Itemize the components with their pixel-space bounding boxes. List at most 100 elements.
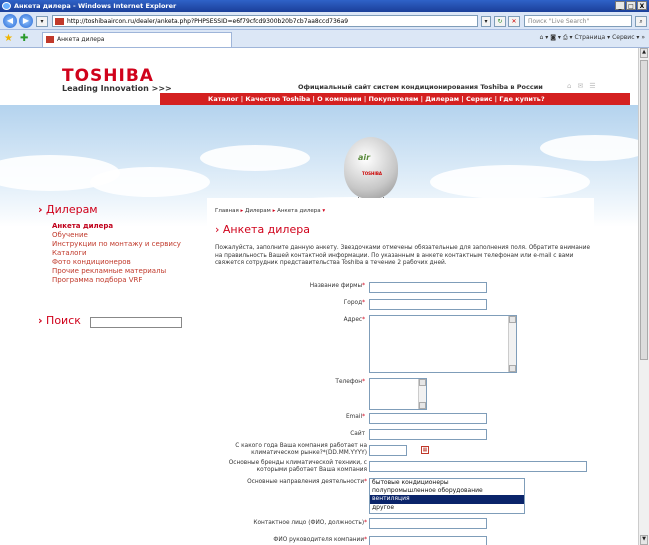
- sidebar-item-anketa[interactable]: Анкета дилера: [52, 222, 181, 231]
- intro-text: Пожалуйста, заполните данную анкету. Зве…: [215, 245, 591, 266]
- window-titlebar: Анкета дилера - Windows Internet Explore…: [0, 0, 649, 12]
- more-icon[interactable]: »: [641, 34, 645, 41]
- company-input[interactable]: [369, 282, 487, 293]
- year-label: С какого года Ваша компания работает на к…: [235, 443, 367, 456]
- main-content: Главная ▸ Дилерам ▸ Анкета дилера ▾ › Ан…: [207, 198, 594, 545]
- refresh-icon[interactable]: ↻: [494, 16, 506, 27]
- url-dropdown-icon[interactable]: ▾: [481, 16, 491, 27]
- phone-textarea[interactable]: [369, 378, 427, 410]
- site-search-input[interactable]: [90, 317, 182, 328]
- sidebar-item-vrf[interactable]: Программа подбора VRF: [52, 276, 181, 285]
- mail-icon[interactable]: ✉: [577, 82, 589, 90]
- favicon-icon: [55, 18, 64, 25]
- toshiba-logo[interactable]: TOSHIBA: [62, 66, 154, 86]
- search-icon[interactable]: ⌕: [635, 16, 647, 27]
- company-label: Название фирмы*: [309, 283, 365, 289]
- breadcrumb: Главная ▸ Дилерам ▸ Анкета дилера ▾: [215, 208, 326, 214]
- sidebar-item-training[interactable]: Обучение: [52, 231, 181, 240]
- scroll-up-icon: [509, 316, 516, 323]
- scroll-down-icon[interactable]: ▼: [640, 535, 648, 545]
- directions-label: Основные направления деятельности*: [247, 479, 367, 485]
- forward-icon[interactable]: ▶: [19, 14, 33, 28]
- command-bar[interactable]: ⌂ ▾ ◙ ▾ ⎙ ▾ Страница ▾ Сервис ▾ »: [540, 34, 645, 42]
- sidebar-item-instructions[interactable]: Инструкции по монтажу и сервису: [52, 240, 181, 249]
- scroll-down-icon: [419, 402, 426, 409]
- chevron-right-icon: ›: [215, 223, 223, 236]
- dealers-title: › Дилерам: [38, 203, 98, 216]
- sidebar-nav: Анкета дилера Обучение Инструкции по мон…: [52, 222, 181, 285]
- directions-option[interactable]: бытовые кондиционеры: [370, 479, 524, 487]
- page-scrollbar[interactable]: ▲ ▼: [638, 48, 649, 545]
- email-input[interactable]: [369, 413, 487, 424]
- close-button[interactable]: X: [637, 1, 647, 10]
- favorites-star-icon[interactable]: ★: [4, 33, 13, 44]
- ie-icon: [2, 2, 11, 10]
- url-input[interactable]: http://toshibaaircon.ru/dealer/anketa.ph…: [52, 15, 478, 27]
- scroll-down-icon: [509, 365, 516, 372]
- tagline: Leading Innovation >>>: [62, 84, 172, 93]
- breadcrumb-dealers[interactable]: Дилерам: [245, 208, 271, 214]
- maximize-button[interactable]: □: [626, 1, 636, 10]
- breadcrumb-dropdown-icon[interactable]: ▾: [322, 208, 325, 214]
- site-input[interactable]: [369, 429, 487, 440]
- phone-scrollbar[interactable]: [418, 379, 426, 409]
- city-label: Город*: [343, 300, 365, 306]
- official-site-text: Официальный сайт систем кондиционировани…: [298, 83, 543, 91]
- directions-listbox[interactable]: бытовые кондиционеры полупромышленное об…: [369, 478, 525, 514]
- address-bar: ◀ ▶ ▾ http://toshibaaircon.ru/dealer/ank…: [0, 12, 649, 30]
- directions-option-selected[interactable]: вентиляция: [370, 495, 524, 504]
- minimize-button[interactable]: _: [615, 1, 625, 10]
- window-title: Анкета дилера - Windows Internet Explore…: [14, 2, 177, 10]
- balloon-text: air: [358, 153, 371, 162]
- print-icon[interactable]: ⎙ ▾: [563, 34, 575, 41]
- chevron-right-icon: ›: [38, 314, 43, 327]
- address-label: Адрес*: [343, 317, 365, 323]
- balloon-brand: TOSHIBA: [362, 171, 382, 176]
- back-icon[interactable]: ◀: [3, 14, 17, 28]
- brands-label: Основные бренды климатической техники, с…: [228, 460, 367, 473]
- url-text: http://toshibaaircon.ru/dealer/anketa.ph…: [67, 18, 349, 25]
- sidebar-item-catalogs[interactable]: Каталоги: [52, 249, 181, 258]
- city-input[interactable]: [369, 299, 487, 310]
- scroll-thumb[interactable]: [640, 60, 648, 360]
- home-icon[interactable]: ⌂ ▾: [540, 34, 551, 41]
- email-label: Email*: [346, 414, 365, 420]
- page-title: › Анкета дилера: [215, 223, 310, 236]
- director-input[interactable]: [369, 536, 487, 545]
- stop-icon[interactable]: ✕: [508, 16, 520, 27]
- address-textarea[interactable]: [369, 315, 517, 373]
- contact-label: Контактное лицо (ФИО, должность)*: [253, 520, 367, 526]
- phone-label: Телефон*: [335, 379, 365, 385]
- tab-anketa[interactable]: Анкета дилера: [42, 32, 232, 47]
- command-bar-text: Страница ▾ Сервис ▾: [574, 34, 640, 41]
- breadcrumb-current: Анкета дилера: [277, 208, 321, 214]
- history-dropdown-icon[interactable]: ▾: [36, 16, 48, 27]
- search-placeholder: Поиск "Live Search": [528, 18, 590, 25]
- address-scrollbar[interactable]: [508, 316, 516, 372]
- feeds-icon[interactable]: ◙ ▾: [550, 34, 563, 41]
- scroll-up-icon[interactable]: ▲: [640, 48, 648, 58]
- top-icons[interactable]: ⌂✉☰: [567, 82, 602, 90]
- breadcrumb-home[interactable]: Главная: [215, 208, 239, 214]
- add-favorites-icon[interactable]: ✚: [20, 33, 28, 44]
- search-input[interactable]: Поиск "Live Search": [524, 15, 632, 27]
- home-site-icon[interactable]: ⌂: [567, 82, 577, 90]
- contact-input[interactable]: [369, 518, 487, 529]
- search-title: › Поиск: [38, 314, 81, 327]
- balloon-icon: air TOSHIBA: [344, 137, 398, 199]
- sitemap-icon[interactable]: ☰: [589, 82, 601, 90]
- brands-input[interactable]: [369, 461, 587, 472]
- scroll-up-icon: [419, 379, 426, 386]
- chevron-right-icon: ›: [38, 203, 43, 216]
- sidebar-item-photos[interactable]: Фото кондиционеров: [52, 258, 181, 267]
- year-input[interactable]: [369, 445, 407, 456]
- sidebar-item-promo[interactable]: Прочие рекламные материалы: [52, 267, 181, 276]
- tab-bar: ★ ✚ Анкета дилера ⌂ ▾ ◙ ▾ ⎙ ▾ Страница ▾…: [0, 30, 649, 48]
- tab-label: Анкета дилера: [57, 36, 105, 43]
- tab-favicon-icon: [46, 36, 54, 43]
- directions-option[interactable]: другое: [370, 504, 524, 512]
- calendar-icon[interactable]: ▦: [421, 446, 429, 454]
- main-nav[interactable]: Каталог | Качество Toshiba | О компании …: [160, 93, 630, 105]
- director-label: ФИО руководителя компании*: [273, 537, 367, 543]
- directions-option[interactable]: полупромышленное оборудование: [370, 487, 524, 495]
